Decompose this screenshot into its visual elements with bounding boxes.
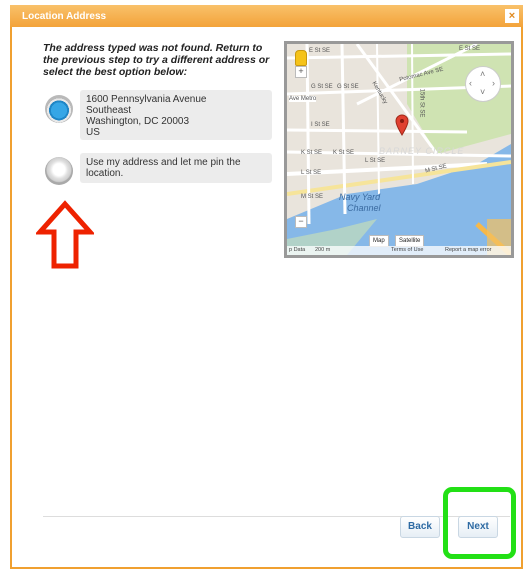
dialog-titlebar: Location Address × — [10, 5, 523, 27]
green-highlight-annotation — [443, 487, 516, 559]
map-label-l-st-se-2: L St SE — [365, 158, 386, 164]
option-pin-location[interactable]: Use my address and let me pin the locati… — [80, 153, 272, 183]
option-radio-pin-location[interactable] — [45, 157, 73, 185]
footer-divider — [43, 516, 510, 517]
dialog-title: Location Address — [22, 11, 107, 22]
option-suggested-address[interactable]: 1600 Pennsylvania Avenue Southeast Washi… — [80, 90, 272, 140]
map-scale-label: 200 m — [315, 247, 331, 253]
map-label-k-st-se-2: K St SE — [333, 150, 355, 156]
pan-up-icon[interactable]: ˄ — [480, 69, 485, 79]
report-map-error-link[interactable]: Report a map error — [445, 246, 491, 255]
map-view[interactable]: E St SE E St SE Potomac Ave SE G St SE G… — [284, 41, 514, 258]
close-button[interactable]: × — [505, 9, 519, 23]
map-label-e-st-se-2: E St SE — [459, 46, 481, 52]
map-label-k-st-se: K St SE — [301, 150, 323, 156]
map-label-g-st-se: G St SE — [311, 84, 333, 90]
pan-control[interactable]: ˄ ˅ ‹ › — [465, 66, 501, 102]
map-label-i-st-se: I St SE — [311, 122, 330, 128]
map-label-navy-yard: Navy Yard — [339, 192, 381, 202]
map-data-label: p Data — [289, 247, 306, 253]
address-line-1: 1600 Pennsylvania Avenue — [86, 94, 207, 105]
option-radio-suggested-address[interactable] — [45, 95, 73, 123]
pan-right-icon[interactable]: › — [492, 78, 495, 88]
pan-left-icon[interactable]: ‹ — [469, 78, 472, 88]
map-label-15th-st: 15th St SE — [418, 88, 425, 118]
map-label-channel: Channel — [347, 203, 381, 213]
zoom-out-button[interactable]: − — [295, 216, 307, 228]
pan-down-icon[interactable]: ˅ — [480, 87, 485, 97]
back-button[interactable]: Back — [400, 516, 440, 538]
address-not-found-message: The address typed was not found. Return … — [43, 42, 270, 78]
address-line-4: US — [86, 127, 100, 138]
map-label-m-st-se: M St SE — [301, 194, 324, 200]
terms-of-use-link[interactable]: Terms of Use — [391, 246, 423, 255]
street-view-pegman-icon[interactable] — [295, 50, 307, 66]
map-label-barney-circle: BARNEY CIRCLE — [379, 146, 465, 156]
red-arrow-annotation — [36, 200, 94, 269]
map-label-e-st-se: E St SE — [309, 48, 331, 54]
map-label-metro: Ave Metro — [289, 96, 317, 102]
location-marker-icon[interactable] — [395, 114, 409, 136]
map-label-l-st-se: L St SE — [301, 170, 322, 176]
address-line-3: Washington, DC 20003 — [86, 116, 190, 127]
address-line-2: Southeast — [86, 105, 132, 116]
map-footer: p Data 200 m Terms of Use Report a map e… — [287, 246, 511, 255]
zoom-in-button[interactable]: + — [295, 66, 307, 78]
pin-location-label: Use my address and let me pin the locati… — [86, 157, 241, 179]
map-label-g-st-se-2: G St SE — [337, 84, 359, 90]
